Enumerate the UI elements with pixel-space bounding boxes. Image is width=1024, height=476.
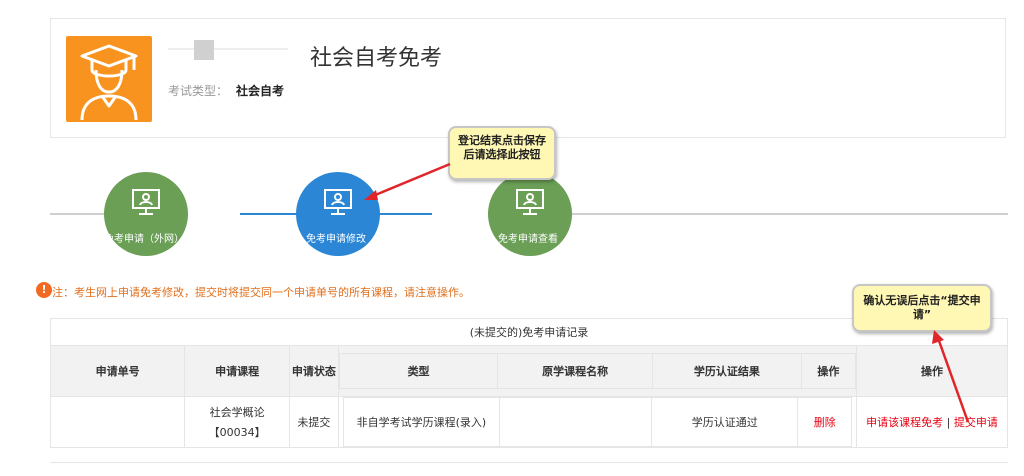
step-label: 免考申请修改	[306, 234, 366, 245]
cell-cert-result: 学历认证通过	[650, 397, 799, 447]
step-apply-view[interactable]: 免考申请查看	[488, 172, 572, 256]
submit-hint-callout: 确认无误后点击“提交申请”	[852, 284, 992, 332]
exam-header-card	[50, 18, 1006, 138]
cell-course: 社会学概论 【00034】	[184, 396, 290, 448]
cell-orig-course	[499, 397, 652, 447]
cell-detail: 非自学考试学历课程(录入) 学历认证通过 删除	[337, 396, 858, 448]
divider	[50, 462, 1008, 463]
cell-status: 未提交	[289, 396, 339, 448]
col-detail: 类型 原学课程名称 学历认证结果 操作	[337, 345, 858, 397]
detail-header: 类型 原学课程名称 学历认证结果 操作	[338, 353, 857, 389]
records-table: (未提交的)免考申请记录 申请单号 申请课程 申请状态 类型 原学课程名称 学历…	[49, 318, 1008, 448]
col-course: 申请课程	[184, 345, 290, 397]
arrow-icon	[932, 330, 970, 423]
course-code: 【00034】	[208, 426, 266, 439]
step-line-right	[570, 213, 1008, 215]
step-line-left	[50, 213, 110, 215]
col-type: 类型	[338, 353, 499, 389]
monitor-user-icon	[516, 189, 544, 215]
page-title: 社会自考免考	[310, 46, 443, 71]
col-op-inner: 操作	[800, 353, 857, 389]
arrow-icon	[364, 162, 451, 200]
exam-type-value: 社会自考	[236, 84, 285, 98]
col-order-no: 申请单号	[49, 345, 186, 397]
warning-icon: !	[36, 282, 52, 298]
course-name: 社会学概论	[209, 406, 265, 419]
notice-text: 注：考生网上申请免考修改，提交时将提交同一个申请单号的所有课程，请注意操作。	[52, 286, 470, 299]
cell-order-no	[49, 396, 186, 448]
col-orig-course: 原学课程名称	[497, 353, 653, 389]
delete-link[interactable]: 删除	[814, 416, 836, 429]
monitor-user-icon	[132, 189, 160, 215]
step-label: 免考申请查看	[498, 234, 558, 245]
graduate-icon	[80, 44, 138, 121]
col-cert-result: 学历认证结果	[652, 353, 802, 389]
step-label: 免考申请（外网）	[104, 234, 184, 245]
graduate-avatar	[66, 36, 152, 122]
cell-type: 非自学考试学历课程(录入)	[342, 397, 501, 447]
cell-delete: 删除	[797, 397, 853, 447]
col-status: 申请状态	[289, 345, 339, 397]
step-apply-external[interactable]: 免考申请（外网）	[104, 172, 188, 256]
monitor-user-icon	[324, 189, 352, 215]
save-hint-callout: 登记结束点击保存后请选择此按钮	[448, 126, 556, 180]
detail-row: 非自学考试学历课程(录入) 学历认证通过 删除	[342, 397, 853, 447]
redacted-name	[168, 38, 288, 62]
exam-type-label: 考试类型：	[168, 84, 229, 98]
table-row: 社会学概论 【00034】 未提交 非自学考试学历课程(录入) 学历认证通过 删…	[49, 396, 1008, 448]
